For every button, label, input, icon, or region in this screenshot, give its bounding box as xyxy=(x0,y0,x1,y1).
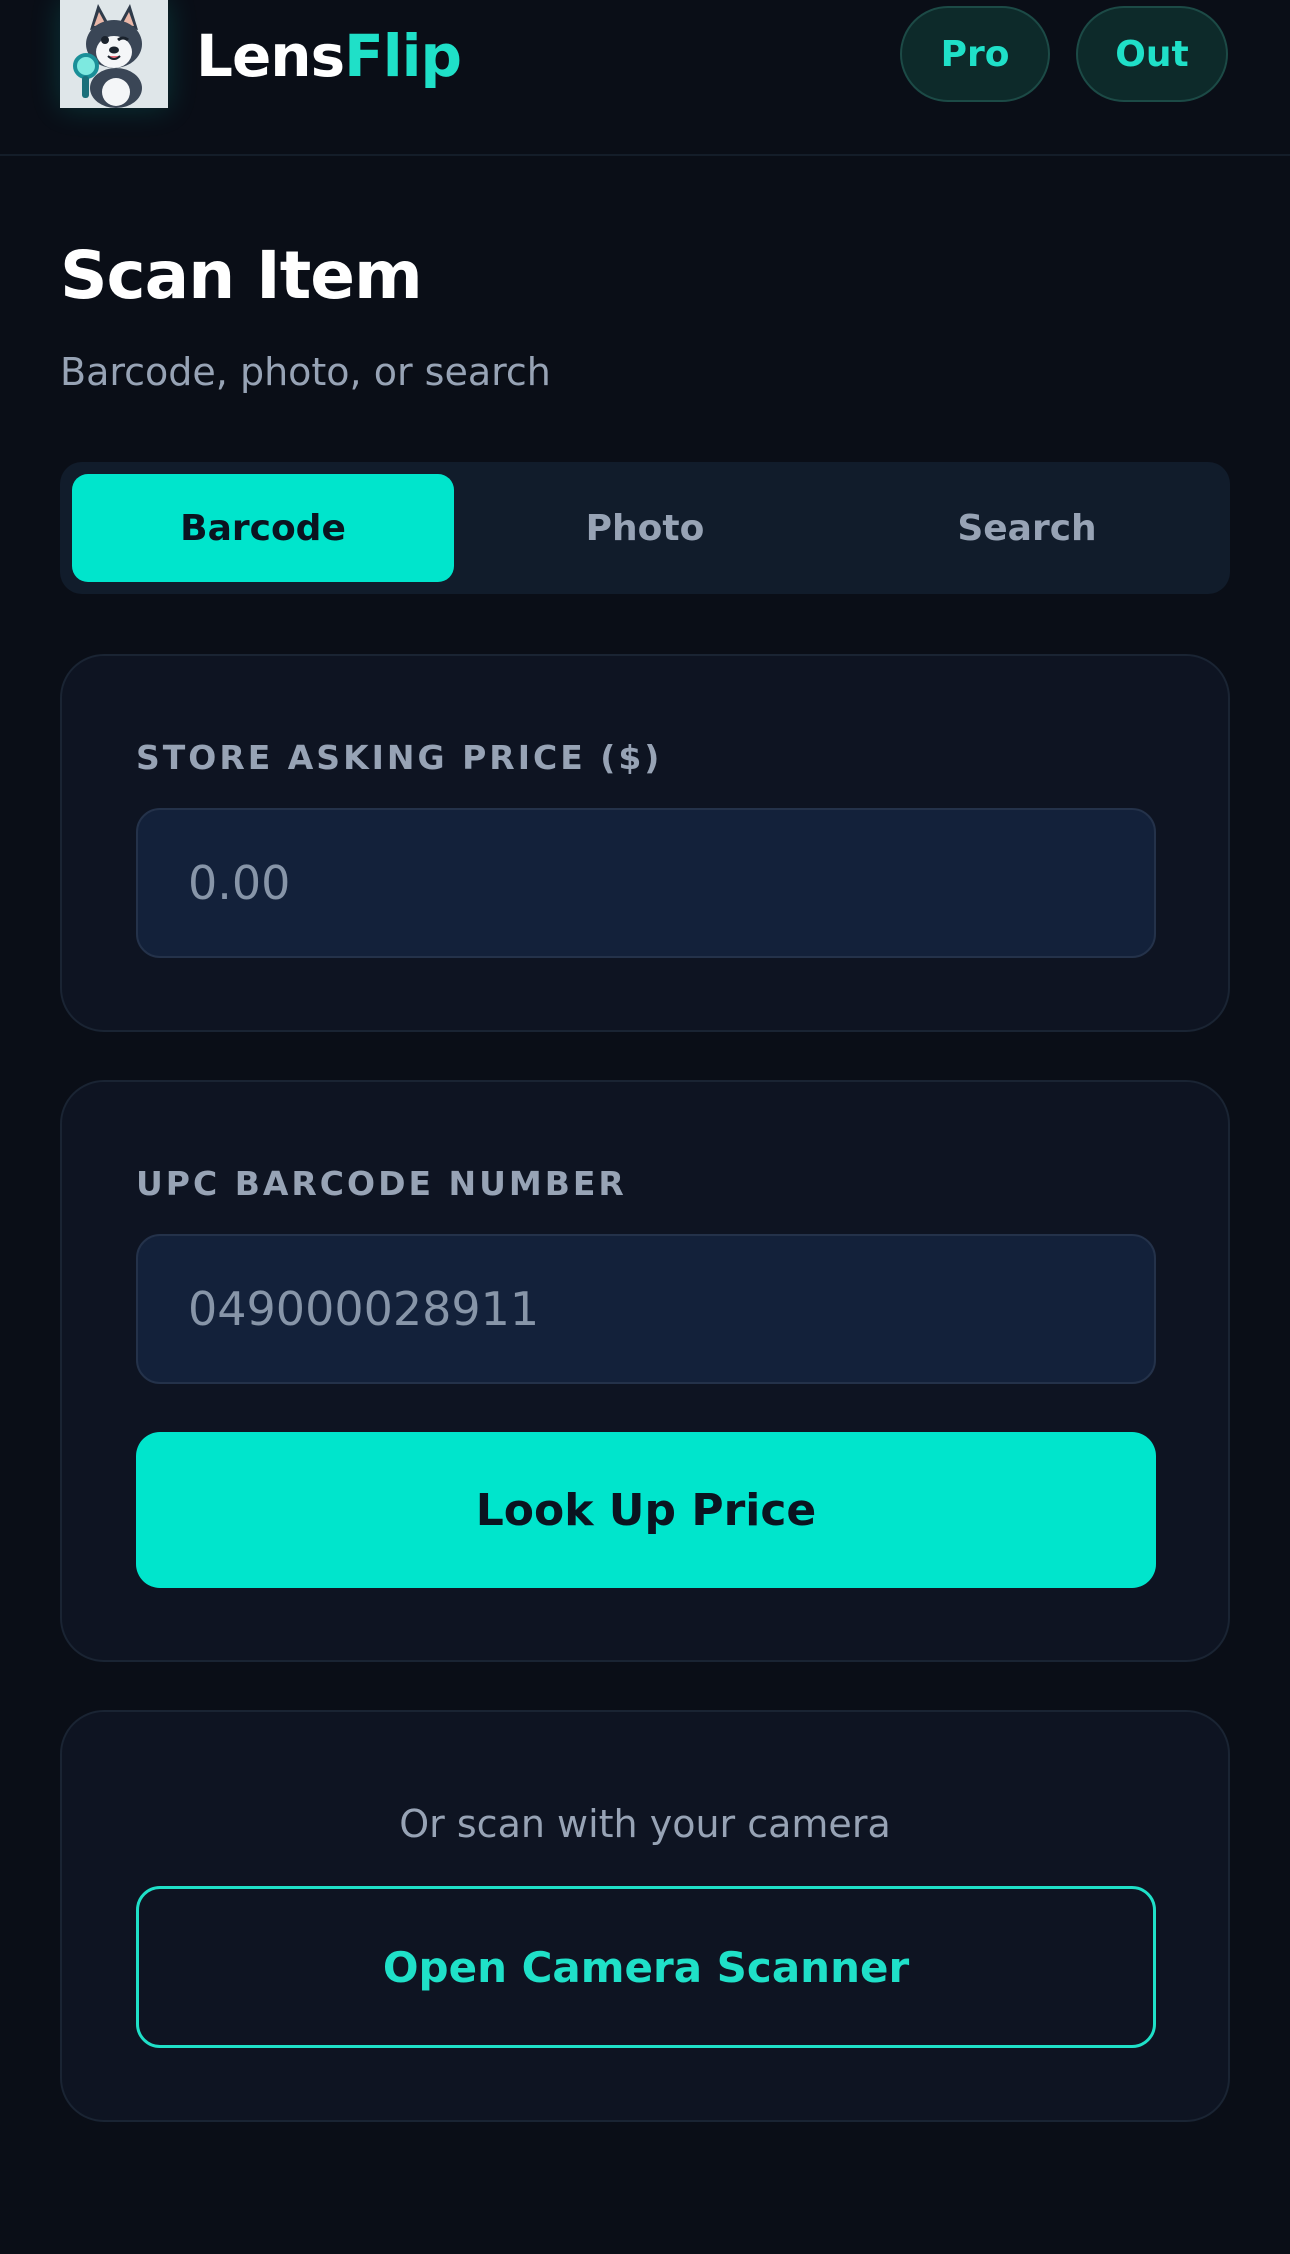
app-page: LensFlip Pro Out Scan Item Barcode, phot… xyxy=(0,0,1290,2254)
tab-search[interactable]: Search xyxy=(836,474,1218,582)
brand-lens: Lens xyxy=(196,22,345,90)
tab-barcode[interactable]: Barcode xyxy=(72,474,454,582)
sign-out-button[interactable]: Out xyxy=(1076,6,1228,102)
upc-label: UPC BARCODE NUMBER xyxy=(136,1164,627,1203)
open-camera-scanner-button[interactable]: Open Camera Scanner xyxy=(136,1886,1156,2048)
asking-price-card: STORE ASKING PRICE ($) xyxy=(60,654,1230,1032)
asking-price-input[interactable] xyxy=(136,808,1156,958)
tab-photo[interactable]: Photo xyxy=(454,474,836,582)
brand-flip: Flip xyxy=(344,22,462,90)
pro-button[interactable]: Pro xyxy=(900,6,1050,102)
brand-wordmark: LensFlip xyxy=(196,20,462,92)
look-up-price-button[interactable]: Look Up Price xyxy=(136,1432,1156,1588)
upc-card: UPC BARCODE NUMBER Look Up Price xyxy=(60,1080,1230,1662)
camera-card: Or scan with your camera Open Camera Sca… xyxy=(60,1710,1230,2122)
asking-price-label: STORE ASKING PRICE ($) xyxy=(136,738,663,777)
page-title: Scan Item xyxy=(60,237,423,314)
scan-mode-tabs: Barcode Photo Search xyxy=(60,462,1230,594)
app-header: LensFlip Pro Out xyxy=(0,0,1290,156)
upc-input[interactable] xyxy=(136,1234,1156,1384)
page-subtitle: Barcode, photo, or search xyxy=(60,350,551,394)
camera-hint: Or scan with your camera xyxy=(399,1802,891,1846)
husky-logo-icon[interactable] xyxy=(60,0,168,108)
